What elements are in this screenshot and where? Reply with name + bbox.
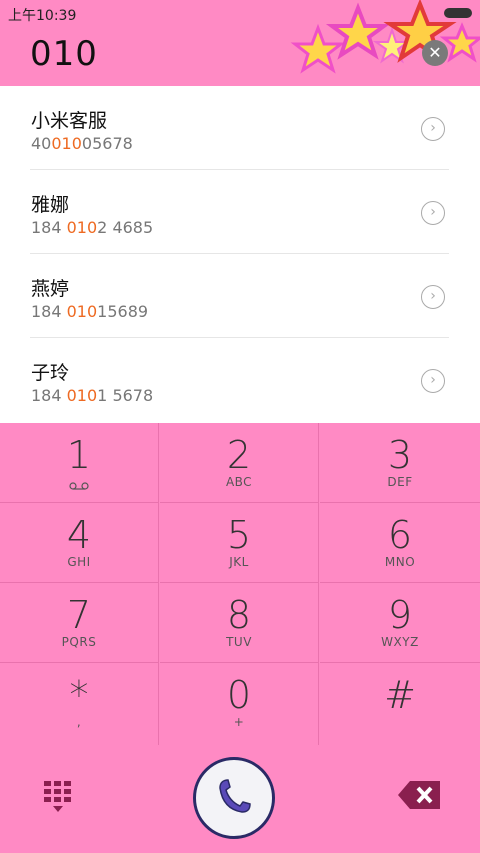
key-hash[interactable]: # xyxy=(320,663,480,745)
key-0[interactable]: 0 + xyxy=(160,663,319,745)
contact-row[interactable]: 燕婷 184 01015689 › xyxy=(0,254,480,338)
dialpad: 1 2 ABC 3 DEF 4 GHI 5 JKL 6 MNO 7 PQRS 8… xyxy=(0,423,480,745)
contact-name: 小米客服 xyxy=(31,110,108,132)
close-icon[interactable]: ✕ xyxy=(422,40,448,66)
contact-name: 雅娜 xyxy=(31,194,70,216)
key-7[interactable]: 7 PQRS xyxy=(0,583,159,663)
dialpad-icon[interactable] xyxy=(42,779,74,815)
key-2[interactable]: 2 ABC xyxy=(160,423,319,503)
contact-number: 184 01015689 xyxy=(31,302,149,321)
chevron-right-icon[interactable]: › xyxy=(421,201,445,225)
backspace-icon[interactable] xyxy=(398,781,440,809)
chevron-right-icon[interactable]: › xyxy=(421,369,445,393)
key-5[interactable]: 5 JKL xyxy=(160,503,319,583)
contact-name: 子玲 xyxy=(31,362,70,384)
contact-row[interactable]: 雅娜 184 0102 4685 › xyxy=(0,170,480,254)
contact-number: 4001005678 xyxy=(31,134,133,153)
contact-number: 184 0101 5678 xyxy=(31,386,154,405)
key-8[interactable]: 8 TUV xyxy=(160,583,319,663)
voicemail-icon xyxy=(69,482,89,490)
contact-suggestions: 小米客服 4001005678 › 雅娜 184 0102 4685 › 燕婷 … xyxy=(0,86,480,423)
contact-name: 燕婷 xyxy=(31,278,70,300)
dialer-header: 上午10:39 010 ✕ xyxy=(0,0,480,86)
key-3[interactable]: 3 DEF xyxy=(320,423,480,503)
contact-number: 184 0102 4685 xyxy=(31,218,154,237)
chevron-right-icon[interactable]: › xyxy=(421,117,445,141)
stars-decoration xyxy=(290,0,480,74)
key-1[interactable]: 1 xyxy=(0,423,159,503)
key-6[interactable]: 6 MNO xyxy=(320,503,480,583)
key-4[interactable]: 4 GHI xyxy=(0,503,159,583)
chevron-right-icon[interactable]: › xyxy=(421,285,445,309)
contact-row[interactable]: 小米客服 4001005678 › xyxy=(0,86,480,170)
dialed-number: 010 xyxy=(30,34,98,74)
status-time: 上午10:39 xyxy=(8,8,77,24)
key-star[interactable]: * , xyxy=(0,663,159,745)
key-9[interactable]: 9 WXYZ xyxy=(320,583,480,663)
dialer-actions xyxy=(0,745,480,853)
contact-row[interactable]: 子玲 184 0101 5678 › xyxy=(0,338,480,422)
phone-icon xyxy=(219,779,251,813)
call-button[interactable] xyxy=(193,757,275,839)
